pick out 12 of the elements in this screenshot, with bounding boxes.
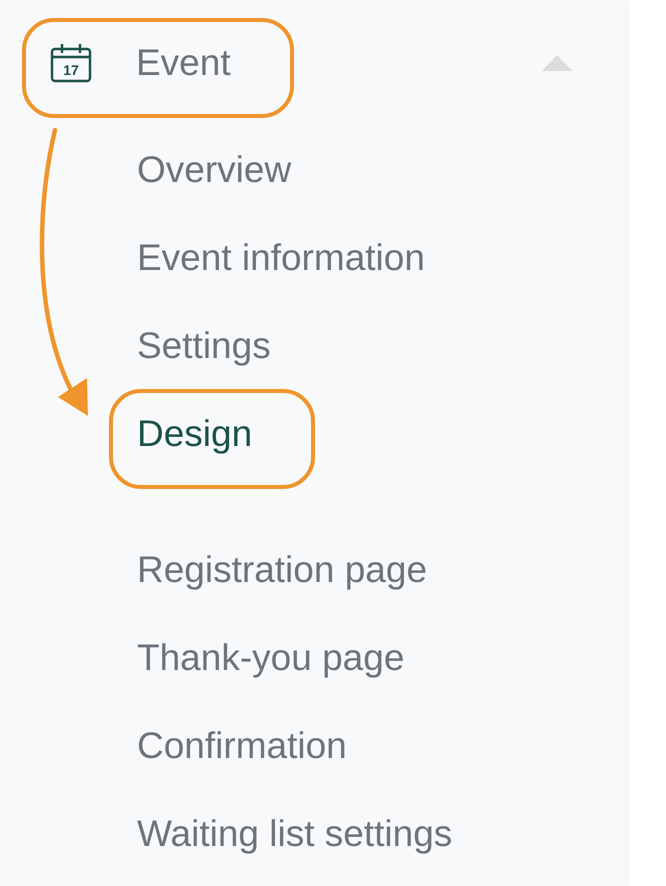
submenu-item[interactable]: Overview: [137, 148, 292, 192]
submenu-item[interactable]: Confirmation: [137, 724, 347, 768]
submenu-item[interactable]: Registration page: [137, 548, 428, 592]
event-menu-item[interactable]: 17 Event: [50, 41, 231, 85]
submenu-item[interactable]: Design: [137, 412, 252, 456]
menu-item-label: Event: [136, 41, 231, 85]
submenu-item[interactable]: Event information: [137, 236, 425, 280]
calendar-date: 17: [63, 62, 79, 78]
caret-up-icon[interactable]: [542, 55, 572, 71]
submenu-item[interactable]: Thank-you page: [137, 636, 404, 680]
submenu-item[interactable]: Waiting list settings: [137, 812, 452, 856]
submenu-item[interactable]: Settings: [137, 324, 271, 368]
